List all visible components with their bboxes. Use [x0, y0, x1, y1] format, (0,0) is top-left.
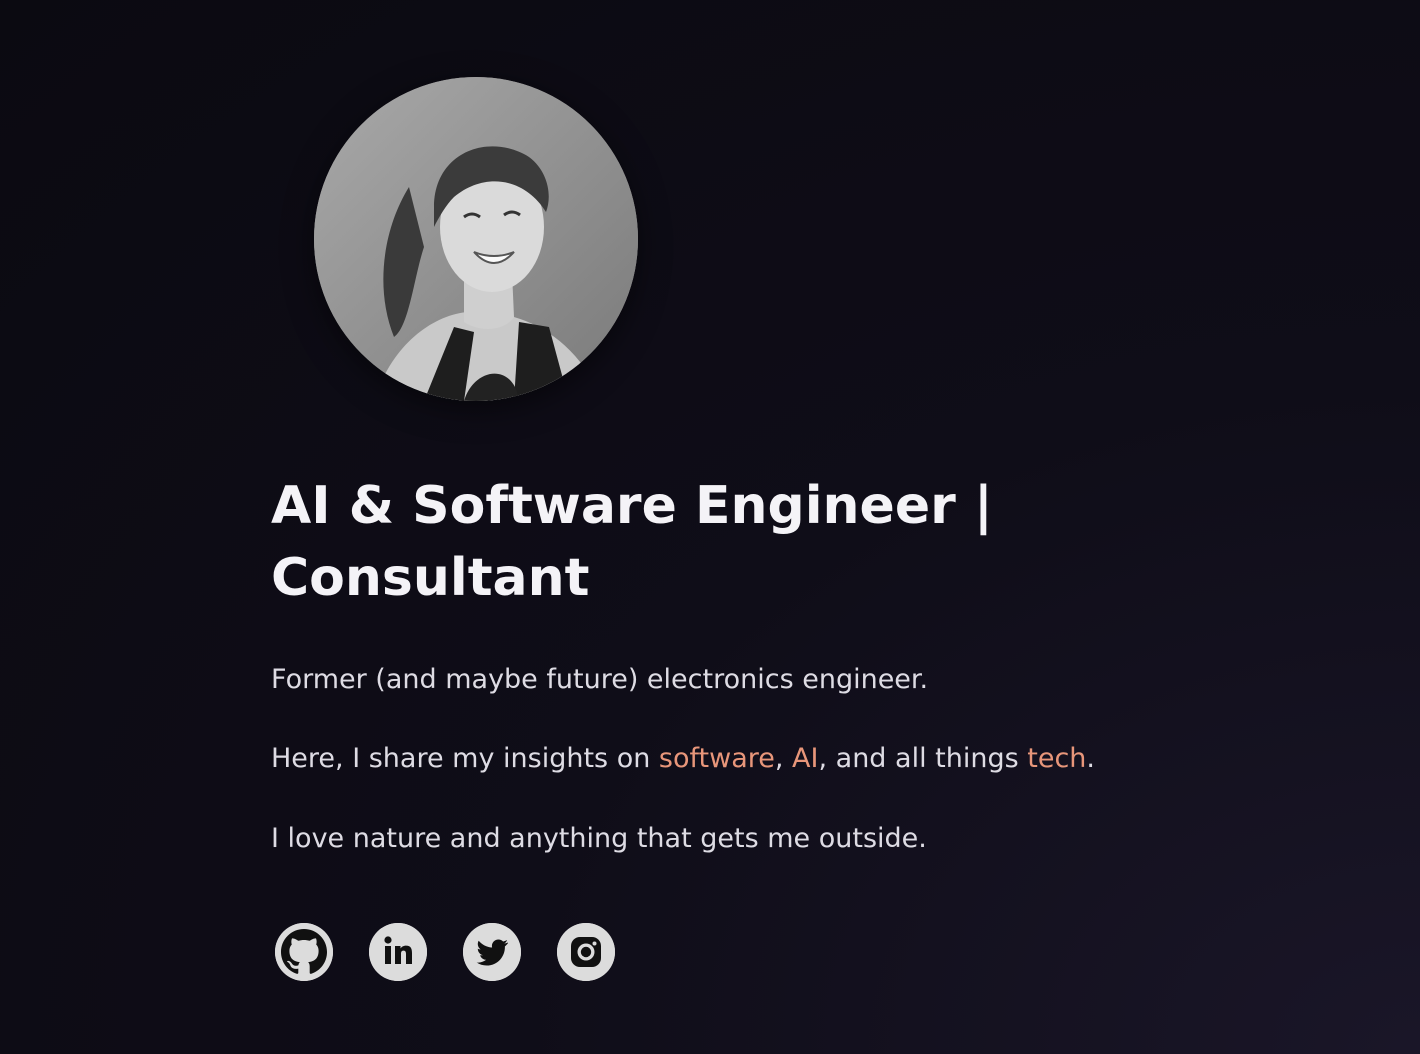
ai-link[interactable]: AI [792, 743, 818, 774]
instagram-link[interactable] [557, 923, 615, 981]
software-link[interactable]: software [659, 743, 775, 774]
tech-link[interactable]: tech [1027, 743, 1086, 774]
social-links [275, 923, 615, 981]
about-line-1: Former (and maybe future) electronics en… [271, 664, 929, 695]
about-line-2-sep1: , [774, 743, 793, 774]
profile-photo [314, 77, 638, 401]
github-link[interactable] [275, 923, 333, 981]
about-line-3: I love nature and anything that gets me … [271, 823, 927, 854]
linkedin-icon [369, 923, 427, 981]
linkedin-link[interactable] [369, 923, 427, 981]
instagram-icon [557, 923, 615, 981]
avatar [314, 77, 638, 401]
about-line-2-prefix: Here, I share my insights on [271, 743, 659, 774]
about-line-2-suffix: . [1086, 743, 1096, 774]
twitter-icon [463, 923, 521, 981]
page-title: AI & Software Engineer | Consultant [271, 476, 993, 608]
about-line-2: Here, I share my insights on software, A… [271, 741, 1095, 777]
github-icon [275, 923, 333, 981]
about-line-2-sep2: , and all things [818, 743, 1028, 774]
twitter-link[interactable] [463, 923, 521, 981]
